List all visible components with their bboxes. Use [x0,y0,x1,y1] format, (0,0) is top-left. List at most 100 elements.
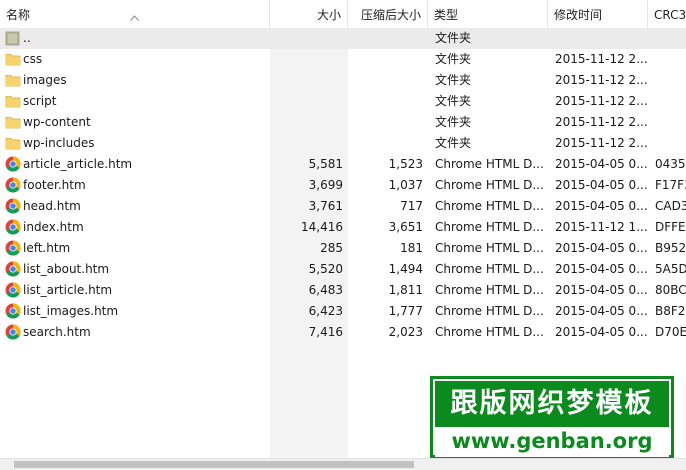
name-cell: script [23,94,57,108]
file-row[interactable]: footer.htm 3,699 1,037 Chrome HTML D... 2015… [0,175,686,196]
column-header-packed[interactable]: 压缩后大小 [348,0,428,28]
crc-cell: DFFE3 [655,220,686,234]
horizontal-scrollbar[interactable] [0,458,686,470]
size-cell: 285 [320,241,343,255]
type-cell: Chrome HTML D... [435,199,544,213]
crc-cell [655,70,686,91]
crc-cell [655,28,686,49]
name-cell: search.htm [23,325,91,339]
name-cell: footer.htm [23,178,86,192]
file-row[interactable]: left.htm 285 181 Chrome HTML D... 2015-04-05… [0,238,686,259]
type-cell: Chrome HTML D... [435,178,544,192]
crc-cell [655,112,686,133]
modified-cell: 2015-04-05 0... [555,262,647,276]
column-header-modified[interactable]: 修改时间 [548,0,648,28]
folder-icon [5,135,21,151]
column-header-name[interactable]: 名称 [0,0,270,28]
name-cell: css [23,52,43,66]
name-cell: list_article.htm [23,283,113,297]
crc-cell: 5A5D [655,262,686,276]
size-cell: 14,416 [301,220,343,234]
name-cell: article_article.htm [23,157,133,171]
type-cell: Chrome HTML D... [435,220,544,234]
modified-cell: 2015-04-05 0... [555,157,647,171]
name-cell: wp-content [23,115,91,129]
packed-cell [348,49,423,70]
folder-row[interactable]: css 文件夹 2015-11-12 2... [0,49,686,70]
type-cell: Chrome HTML D... [435,304,544,318]
size-cell: 5,581 [308,157,343,171]
modified-cell: 2015-11-12 2... [555,73,647,87]
modified-cell: 2015-11-12 2... [555,115,647,129]
parent-folder-row[interactable]: .. 文件夹 [0,28,686,49]
crc-cell: CAD3 [655,199,686,213]
folder-row[interactable]: wp-includes 文件夹 2015-11-12 2... [0,133,686,154]
name-cell: list_about.htm [23,262,110,276]
column-header-name-label: 名称 [6,8,31,22]
packed-cell [348,28,423,49]
type-cell: 文件夹 [435,52,472,66]
packed-cell: 2,023 [388,325,423,339]
packed-cell: 3,651 [388,220,423,234]
folder-row[interactable]: images 文件夹 2015-11-12 2... [0,70,686,91]
file-row[interactable]: head.htm 3,761 717 Chrome HTML D... 2015-04-… [0,196,686,217]
watermark-frame: 跟版网织梦模板 www.genban.org [433,379,671,457]
column-header-type[interactable]: 类型 [428,0,548,28]
file-row[interactable]: index.htm 14,416 3,651 Chrome HTML D... 2015… [0,217,686,238]
scrollbar-thumb[interactable] [14,461,414,468]
folder-icon [5,51,21,67]
folder-icon [5,72,21,88]
modified-cell: 2015-11-12 2... [555,136,647,150]
modified-cell: 2015-04-05 0... [555,325,647,339]
column-header-crc-label: CRC3 [654,8,686,22]
crc-cell [655,133,686,154]
name-cell: .. [23,31,31,45]
packed-cell [348,112,423,133]
modified-cell: 2015-04-05 0... [555,241,647,255]
file-row[interactable]: article_article.htm 5,581 1,523 Chrome HTML… [0,154,686,175]
type-cell: Chrome HTML D... [435,262,544,276]
type-cell: 文件夹 [435,73,472,87]
size-cell: 7,416 [308,325,343,339]
name-cell: head.htm [23,199,81,213]
column-header-crc[interactable]: CRC3 [648,0,686,28]
size-cell [270,112,343,133]
packed-cell: 181 [400,241,423,255]
name-cell: left.htm [23,241,71,255]
folder-row[interactable]: wp-content 文件夹 2015-11-12 2... [0,112,686,133]
file-row[interactable]: list_images.htm 6,423 1,777 Chrome HTML D..… [0,301,686,322]
crc-cell: F17F3 [655,178,686,192]
column-header-type-label: 类型 [434,8,459,22]
sort-up-arrow-icon [130,2,139,21]
modified-cell: 2015-04-05 0... [555,283,647,297]
folder-row[interactable]: script 文件夹 2015-11-12 2... [0,91,686,112]
type-cell: Chrome HTML D... [435,325,544,339]
file-row[interactable]: search.htm 7,416 2,023 Chrome HTML D... 2015… [0,322,686,343]
crc-cell: D70E [655,325,686,339]
folder-up-icon [5,30,21,46]
column-header-modified-label: 修改时间 [554,8,603,22]
chrome-html-file-icon [5,324,21,340]
type-cell: 文件夹 [435,31,472,45]
packed-cell [348,91,423,112]
chrome-html-file-icon [5,219,21,235]
crc-cell: 80BC [655,283,686,297]
name-cell: index.htm [23,220,84,234]
modified-cell: 2015-11-12 2... [555,94,647,108]
size-cell [270,133,343,154]
packed-cell [348,133,423,154]
column-header-size[interactable]: 大小 [270,0,348,28]
chrome-html-file-icon [5,261,21,277]
file-row[interactable]: list_about.htm 5,520 1,494 Chrome HTML D...… [0,259,686,280]
name-cell: list_images.htm [23,304,119,318]
chrome-html-file-icon [5,282,21,298]
type-cell: 文件夹 [435,136,472,150]
modified-cell [555,28,647,49]
size-cell: 6,483 [308,283,343,297]
column-header-packed-label: 压缩后大小 [360,8,421,22]
file-row[interactable]: list_article.htm 6,483 1,811 Chrome HTML D.… [0,280,686,301]
type-cell: 文件夹 [435,94,472,108]
modified-cell: 2015-04-05 0... [555,199,647,213]
crc-cell: B952I [655,241,686,255]
packed-cell: 717 [400,199,423,213]
